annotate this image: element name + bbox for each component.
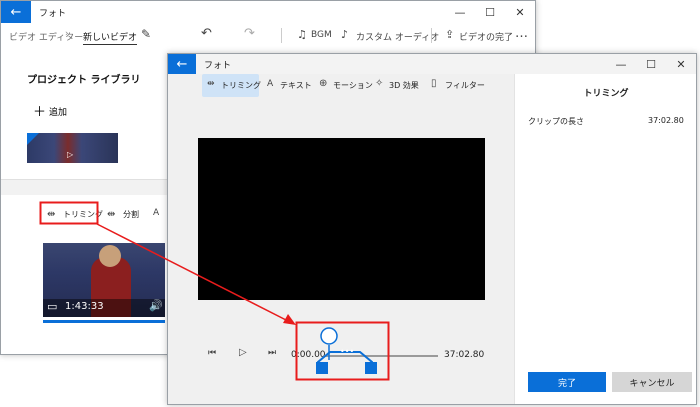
finish-video-button[interactable]: ビデオの完了 xyxy=(459,30,513,43)
text-icon[interactable]: A xyxy=(153,208,159,218)
trim-tab-icon: ⇹ xyxy=(207,79,215,89)
clip-type-icon: ▭ xyxy=(47,300,58,313)
editor-toolbar: ビデオ エディター › 新しいビデオ ✎ ↶ ↷ ♫ BGM ♪ カスタム オー… xyxy=(1,23,537,49)
library-thumbnail[interactable]: ▷ xyxy=(27,133,118,163)
minimize-button[interactable]: — xyxy=(445,1,475,23)
maximize-button[interactable]: ☐ xyxy=(636,54,666,74)
arrow-left-icon: ← xyxy=(10,4,22,20)
next-frame-button[interactable]: ⏭ xyxy=(268,348,276,358)
back-button[interactable]: ← xyxy=(1,1,31,23)
export-icon: ⇪ xyxy=(445,28,455,41)
speaker-icon[interactable]: 🔊 xyxy=(149,299,163,312)
editor-pane: ⇹ トリミング A テキスト ⊕ モーション ✧ 3D 効果 ▯ フィルター ⏮… xyxy=(168,74,514,404)
effects-tab-icon: ✧ xyxy=(375,78,384,89)
trim-side-panel: トリミング クリップの長さ 37:02.80 完了 キャンセル xyxy=(514,74,696,404)
tab-motion[interactable]: モーション xyxy=(333,80,373,91)
pencil-icon[interactable]: ✎ xyxy=(141,27,151,41)
close-button[interactable]: ✕ xyxy=(666,54,696,74)
arrow-left-icon: ← xyxy=(176,56,188,72)
plus-icon[interactable]: ＋ xyxy=(33,101,46,120)
close-button[interactable]: ✕ xyxy=(505,1,535,23)
play-button[interactable]: ▷ xyxy=(239,347,247,358)
trim-track[interactable] xyxy=(323,355,438,357)
clip-length-value: 37:02.80 xyxy=(648,116,684,125)
maximize-button[interactable]: ☐ xyxy=(475,1,505,23)
split-button[interactable]: 分割 xyxy=(123,209,139,220)
filter-tab-icon: ▯ xyxy=(431,78,437,89)
video-preview[interactable] xyxy=(198,138,485,300)
start-time: 0:00.00 xyxy=(291,350,326,360)
library-title: プロジェクト ライブラリ xyxy=(27,75,141,86)
cancel-button-label: キャンセル xyxy=(629,378,675,389)
back-button[interactable]: ← xyxy=(168,54,196,74)
selected-corner-marker xyxy=(27,133,39,145)
storyboard-clip[interactable]: ▭ 1:43:33 🔊 xyxy=(43,243,165,317)
previous-frame-button[interactable]: ⏮ xyxy=(208,348,216,358)
more-options-button[interactable]: … xyxy=(515,26,528,41)
panel-title: トリミング xyxy=(583,89,629,99)
text-tab-icon: A xyxy=(267,79,274,89)
tab-trim-label: トリミング xyxy=(221,81,261,90)
project-name[interactable]: 新しいビデオ xyxy=(83,30,138,45)
trim-icon: ⇹ xyxy=(47,209,56,220)
tab-text[interactable]: テキスト xyxy=(280,80,312,91)
redo-icon[interactable]: ↷ xyxy=(244,26,255,41)
breadcrumb-root[interactable]: ビデオ エディター xyxy=(9,30,83,43)
clip-head xyxy=(99,245,121,267)
minimize-button[interactable]: — xyxy=(606,54,636,74)
clip-length-label: クリップの長さ xyxy=(528,117,584,126)
undo-icon[interactable]: ↶ xyxy=(201,26,212,41)
split-icon: ⇹ xyxy=(107,209,116,220)
custom-audio-button[interactable]: カスタム オーディオ xyxy=(356,30,439,43)
bgm-button[interactable]: BGM xyxy=(311,30,332,40)
play-icon: ▷ xyxy=(67,150,74,159)
trim-window: ← フォト — ☐ ✕ ⇹ トリミング A テキスト ⊕ モーション ✧ 3D … xyxy=(167,53,697,405)
clip-progress-bar xyxy=(43,320,165,323)
window-title: フォト xyxy=(39,8,67,19)
end-time: 37:02.80 xyxy=(444,350,485,360)
window-title: フォト xyxy=(204,60,232,71)
back-title-bar: ← フォト — ☐ ✕ xyxy=(1,1,535,23)
music-note-icon: ♫ xyxy=(297,28,307,41)
motion-tab-icon: ⊕ xyxy=(319,78,328,89)
done-button[interactable]: 完了 xyxy=(528,372,606,392)
clip-duration: 1:43:33 xyxy=(65,301,104,312)
tab-3d-effects[interactable]: 3D 効果 xyxy=(389,80,419,91)
custom-audio-icon: ♪ xyxy=(341,28,349,41)
cancel-button[interactable]: キャンセル xyxy=(612,372,692,392)
trim-title-bar: ← フォト — ☐ ✕ xyxy=(168,54,696,74)
add-button[interactable]: 追加 xyxy=(49,105,67,118)
tab-filters[interactable]: フィルター xyxy=(445,80,485,91)
divider xyxy=(281,28,282,43)
breadcrumb-separator: › xyxy=(65,29,69,39)
clip-info-bar xyxy=(43,299,165,317)
done-button-label: 完了 xyxy=(557,378,576,389)
divider xyxy=(431,28,432,43)
trim-button[interactable]: トリミング xyxy=(63,209,103,220)
